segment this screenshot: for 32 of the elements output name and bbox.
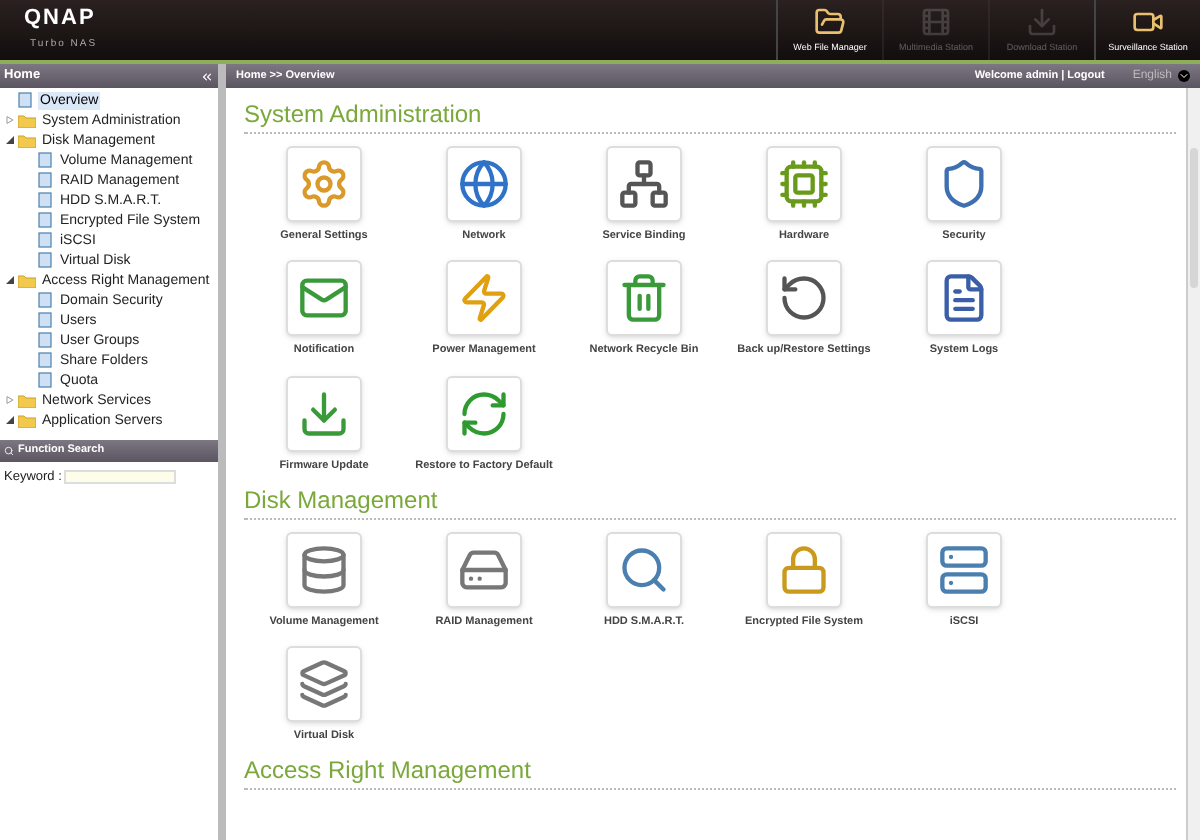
page-icon	[18, 92, 32, 108]
search-icon	[4, 446, 14, 456]
chip-icon	[778, 158, 830, 210]
refresh-icon	[458, 387, 510, 439]
lightning-icon	[458, 272, 510, 325]
caret-icon	[1178, 70, 1190, 82]
section-heading: System Administration	[244, 100, 1176, 134]
expanded-triangle-icon[interactable]	[6, 136, 14, 144]
expanded-triangle-icon[interactable]	[6, 276, 14, 284]
globe-icon	[458, 158, 510, 210]
download-icon	[1026, 6, 1058, 39]
collapsed-triangle-icon[interactable]	[6, 396, 14, 404]
keyword-field[interactable]	[63, 470, 176, 485]
network-icon	[618, 158, 670, 210]
gear-icon	[298, 158, 350, 210]
magnifier-icon	[618, 543, 670, 596]
folder-icon	[18, 273, 36, 287]
lock-icon	[778, 543, 830, 596]
scrollbar[interactable]	[1186, 88, 1200, 840]
trash-icon	[618, 272, 670, 325]
layers-icon	[298, 658, 350, 710]
brand-logo: QNAP	[24, 6, 98, 31]
section-heading: Access Right Management	[244, 756, 1176, 791]
collapsed-triangle-icon[interactable]	[6, 116, 14, 124]
server-icon	[938, 543, 990, 596]
film-icon	[920, 6, 952, 39]
database-icon	[298, 543, 350, 596]
download-icon	[298, 387, 350, 439]
collapse-icon[interactable]	[200, 69, 214, 83]
expanded-triangle-icon[interactable]	[6, 416, 14, 424]
section-heading: Disk Management	[244, 485, 1176, 520]
folder-icon	[814, 6, 846, 39]
